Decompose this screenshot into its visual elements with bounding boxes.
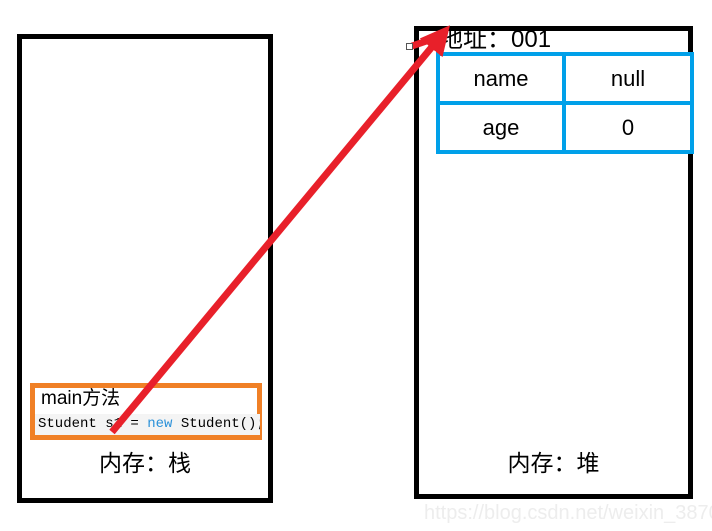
table-row: name null — [436, 52, 694, 105]
code-suffix: Student(); — [172, 416, 260, 432]
heap-region-caption: 内存：堆 — [507, 450, 600, 476]
watermark-text: https://blog.csdn.net/weixin_38708854 — [424, 502, 712, 524]
field-name-1: age — [436, 101, 566, 154]
stack-region-caption: 内存：栈 — [99, 450, 191, 476]
memory-diagram: main方法 Student s1 = new Student(); 内存：栈 … — [0, 0, 712, 531]
field-value-0: null — [562, 52, 694, 105]
code-prefix: Student s1 = — [38, 416, 148, 432]
main-method-code-line: Student s1 = new Student(); — [35, 414, 260, 435]
heap-object-field-table: name null age 0 — [436, 52, 694, 154]
main-method-frame: main方法 Student s1 = new Student(); — [30, 383, 262, 440]
field-name-0: name — [436, 52, 566, 105]
heap-object-address-label: 地址：001 — [439, 26, 552, 53]
arrow-endpoint-handle[interactable] — [406, 43, 413, 50]
field-value-1: 0 — [562, 101, 694, 154]
main-method-title: main方法 — [41, 388, 121, 409]
code-keyword-new: new — [147, 416, 173, 432]
table-row: age 0 — [436, 101, 694, 154]
